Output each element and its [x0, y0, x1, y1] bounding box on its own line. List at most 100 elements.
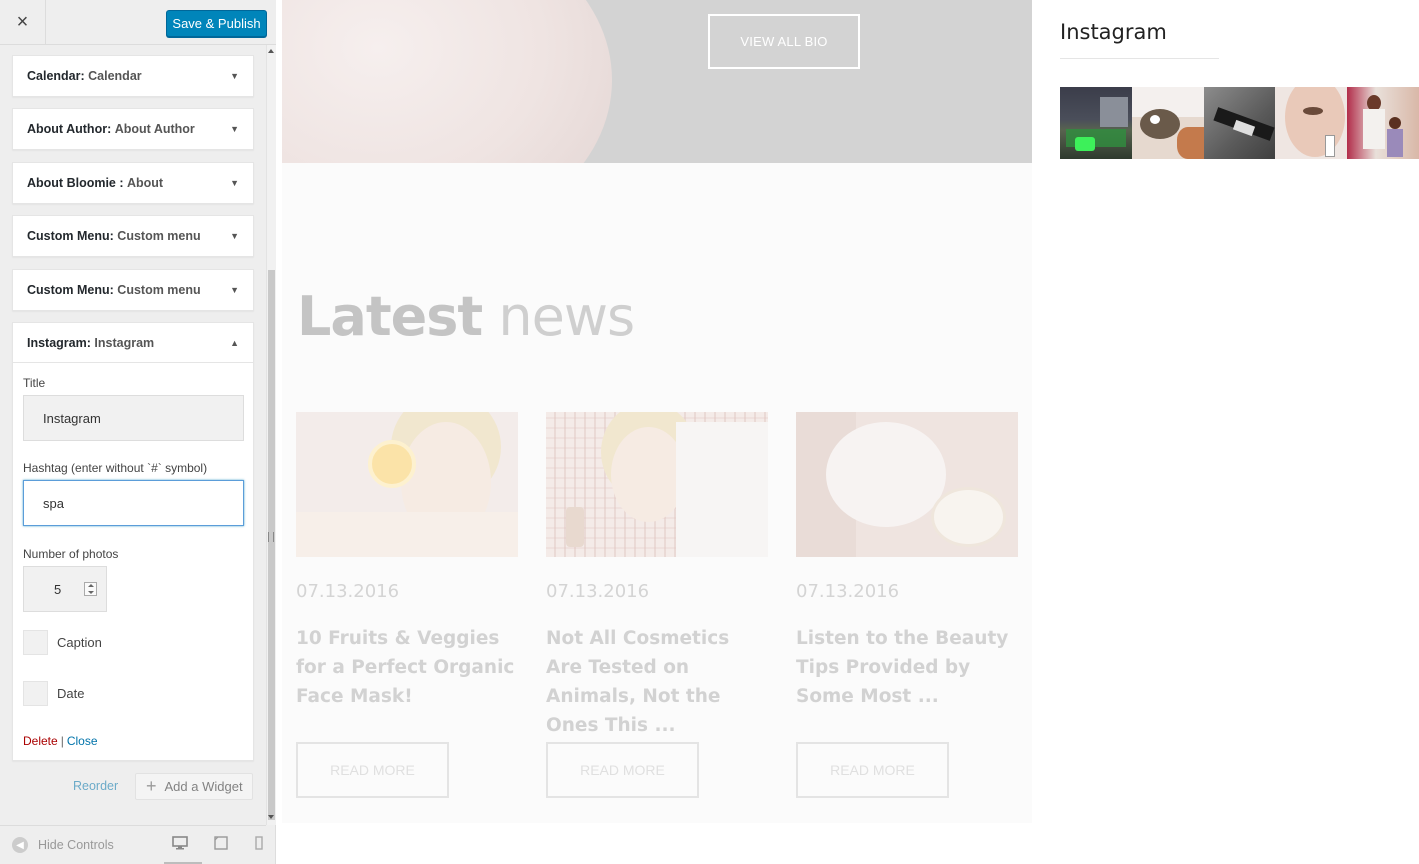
- expand-arrow-icon[interactable]: ▼: [230, 71, 239, 81]
- title-input[interactable]: Instagram: [23, 395, 244, 441]
- date-checkbox[interactable]: [23, 681, 48, 706]
- instagram-feed: [1060, 87, 1419, 159]
- resize-handle[interactable]: [268, 532, 274, 542]
- widget-about-bloomie[interactable]: About Bloomie : About ▼: [12, 162, 254, 204]
- widget-name-label: Custom menu: [117, 283, 201, 297]
- widget-actions: Delete | Close: [23, 734, 98, 748]
- heading-light-word: news: [498, 285, 635, 348]
- photos-count-value: 5: [54, 582, 62, 597]
- news-card: 07.13.2016 Listen to the Beauty Tips Pro…: [796, 412, 1018, 798]
- widget-name-label: Calendar: [88, 69, 142, 83]
- photos-count-label: Number of photos: [23, 547, 119, 561]
- title-input-value: Instagram: [43, 410, 101, 426]
- post-date: 07.13.2016: [796, 581, 900, 602]
- arrow-left-circle-icon: ◀: [12, 837, 28, 853]
- read-more-button[interactable]: READ MORE: [296, 742, 449, 798]
- sidebar-scrollbar[interactable]: [266, 45, 276, 825]
- widget-name-label: About: [127, 176, 164, 190]
- title-field-label: Title: [23, 376, 46, 390]
- widget-instagram: Instagram: Instagram ▲ Title Instagram Ha…: [12, 322, 254, 761]
- widget-type-label: Calendar:: [27, 69, 85, 83]
- widget-custom-menu-1[interactable]: Custom Menu: Custom menu ▼: [12, 215, 254, 257]
- instagram-photo[interactable]: [1060, 87, 1132, 159]
- mobile-preview-icon[interactable]: [255, 836, 263, 855]
- widget-list: Calendar: Calendar ▼ About Author: About …: [0, 45, 266, 825]
- latest-news-section: Latest news 07.13.2016 10 Fruits & Veggi…: [282, 163, 1032, 823]
- expand-arrow-icon[interactable]: ▼: [230, 231, 239, 241]
- collapse-arrow-icon[interactable]: ▲: [230, 338, 239, 348]
- hide-controls-label: Hide Controls: [38, 838, 114, 852]
- hashtag-input[interactable]: spa: [23, 480, 244, 526]
- post-title[interactable]: Not All Cosmetics Are Tested on Animals,…: [546, 624, 768, 740]
- desktop-preview-icon[interactable]: [172, 836, 188, 855]
- add-widget-button[interactable]: + Add a Widget: [135, 773, 253, 800]
- widget-type-label: Custom Menu:: [27, 283, 114, 297]
- latest-news-heading: Latest news: [297, 285, 635, 348]
- caption-label: Caption: [57, 635, 102, 650]
- instagram-photo[interactable]: [1203, 87, 1276, 159]
- widget-calendar[interactable]: Calendar: Calendar ▼: [12, 55, 254, 97]
- number-spinner[interactable]: [84, 582, 97, 596]
- read-more-button[interactable]: READ MORE: [796, 742, 949, 798]
- widget-name-label: About Author: [114, 122, 195, 136]
- news-card: 07.13.2016 10 Fruits & Veggies for a Per…: [296, 412, 518, 798]
- hashtag-field-label: Hashtag (enter without `#` symbol): [23, 461, 208, 475]
- post-title[interactable]: Listen to the Beauty Tips Provided by So…: [796, 624, 1018, 711]
- news-card: 07.13.2016 Not All Cosmetics Are Tested …: [546, 412, 768, 798]
- date-label: Date: [57, 686, 85, 701]
- post-image[interactable]: [546, 412, 768, 557]
- scroll-up-icon[interactable]: [268, 49, 274, 53]
- hashtag-input-value: spa: [43, 495, 64, 511]
- expand-arrow-icon[interactable]: ▼: [230, 124, 239, 134]
- widget-name-label: Instagram: [94, 335, 155, 350]
- scroll-down-icon[interactable]: [268, 815, 274, 819]
- widget-custom-menu-2[interactable]: Custom Menu: Custom menu ▼: [12, 269, 254, 311]
- site-preview: VIEW ALL BIO Latest news 07.13.2016 10 F…: [276, 0, 1419, 864]
- spinner-up-icon[interactable]: [88, 584, 94, 587]
- title-divider: [1060, 58, 1219, 59]
- sidebar-footer: ◀ Hide Controls: [0, 825, 266, 864]
- add-widget-label: Add a Widget: [164, 779, 243, 794]
- close-icon: ×: [16, 11, 29, 33]
- post-image[interactable]: [296, 412, 518, 557]
- date-option: Date: [23, 681, 84, 706]
- sidebar-header: × Save & Publish: [0, 0, 276, 45]
- widget-instagram-header[interactable]: Instagram: Instagram ▲: [13, 323, 253, 363]
- save-publish-button[interactable]: Save & Publish: [166, 10, 267, 37]
- widget-type-label: About Bloomie :: [27, 176, 124, 190]
- photos-count-input[interactable]: 5: [23, 566, 107, 612]
- read-more-button[interactable]: READ MORE: [546, 742, 699, 798]
- scrollbar-thumb[interactable]: [268, 270, 275, 820]
- hide-controls-button[interactable]: ◀ Hide Controls: [12, 837, 114, 853]
- instagram-photo[interactable]: [1275, 87, 1348, 159]
- delete-widget-link[interactable]: Delete: [23, 734, 58, 748]
- actions-separator: |: [60, 734, 64, 748]
- instagram-photo[interactable]: [1347, 87, 1419, 159]
- post-date: 07.13.2016: [546, 581, 650, 602]
- customizer-app: × Save & Publish Calendar: Calendar ▼ Abo…: [0, 0, 1419, 864]
- post-image[interactable]: [796, 412, 1018, 557]
- instagram-widget-title: Instagram: [1060, 20, 1167, 44]
- heading-bold-word: Latest: [297, 285, 483, 348]
- widget-name-label: Custom menu: [117, 229, 201, 243]
- tablet-preview-icon[interactable]: [214, 836, 228, 855]
- reorder-link[interactable]: Reorder: [73, 779, 118, 793]
- expand-arrow-icon[interactable]: ▼: [230, 178, 239, 188]
- post-title[interactable]: 10 Fruits & Veggies for a Perfect Organi…: [296, 624, 518, 711]
- widget-type-label: Custom Menu:: [27, 229, 114, 243]
- customizer-sidebar: × Save & Publish Calendar: Calendar ▼ Abo…: [0, 0, 276, 864]
- caption-option: Caption: [23, 630, 102, 655]
- spinner-down-icon[interactable]: [88, 591, 94, 594]
- widget-about-author[interactable]: About Author: About Author ▼: [12, 108, 254, 150]
- instagram-photo[interactable]: [1131, 87, 1204, 159]
- widget-type-label: Instagram:: [27, 335, 91, 350]
- view-all-bio-button[interactable]: VIEW ALL BIO: [708, 14, 860, 69]
- plus-icon: +: [146, 776, 157, 796]
- post-date: 07.13.2016: [296, 581, 400, 602]
- banner-image: [282, 0, 612, 163]
- close-customizer-button[interactable]: ×: [0, 0, 46, 45]
- widget-type-label: About Author:: [27, 122, 112, 136]
- expand-arrow-icon[interactable]: ▼: [230, 285, 239, 295]
- caption-checkbox[interactable]: [23, 630, 48, 655]
- close-widget-link[interactable]: Close: [67, 734, 98, 748]
